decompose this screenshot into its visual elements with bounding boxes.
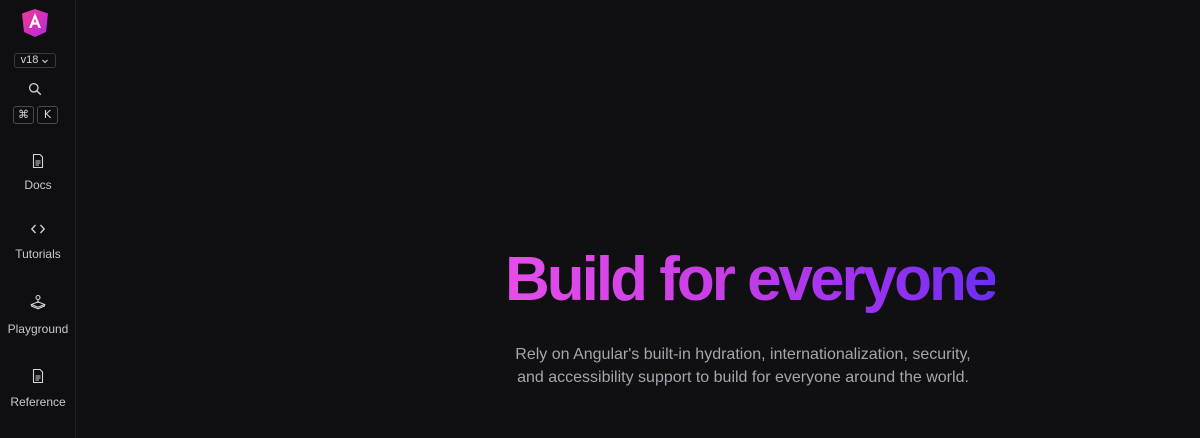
document-icon xyxy=(30,153,46,169)
sidebar-item-label: Playground xyxy=(7,322,69,336)
search-icon[interactable] xyxy=(28,82,42,96)
joystick-icon xyxy=(30,294,46,310)
code-icon xyxy=(30,221,46,237)
version-label: v18 xyxy=(20,54,39,66)
hero-title: Build for everyone xyxy=(505,242,998,318)
angular-logo-icon[interactable] xyxy=(21,8,49,38)
version-selector[interactable]: v18 xyxy=(14,53,56,68)
sidebar-item-docs[interactable]: Docs xyxy=(0,153,76,192)
sidebar: v18 ⌘ K Docs Tutorials Playground Refere… xyxy=(0,0,76,438)
app: v18 ⌘ K Docs Tutorials Playground Refere… xyxy=(0,0,1200,438)
search-shortcut[interactable]: ⌘ K xyxy=(13,106,58,124)
shortcut-letter-key: K xyxy=(37,106,58,124)
sidebar-item-playground[interactable]: Playground xyxy=(0,294,76,336)
hero-subtitle: Rely on Angular's built-in hydration, in… xyxy=(515,346,971,386)
document-icon xyxy=(30,368,46,384)
sidebar-item-label: Reference xyxy=(10,395,66,409)
sidebar-item-label: Docs xyxy=(24,178,52,192)
shortcut-modifier-key: ⌘ xyxy=(13,106,34,124)
sidebar-item-reference[interactable]: Reference xyxy=(0,368,76,409)
sidebar-item-label: Tutorials xyxy=(15,247,61,261)
chevron-down-icon xyxy=(42,59,49,63)
sidebar-item-tutorials[interactable]: Tutorials xyxy=(0,221,76,261)
